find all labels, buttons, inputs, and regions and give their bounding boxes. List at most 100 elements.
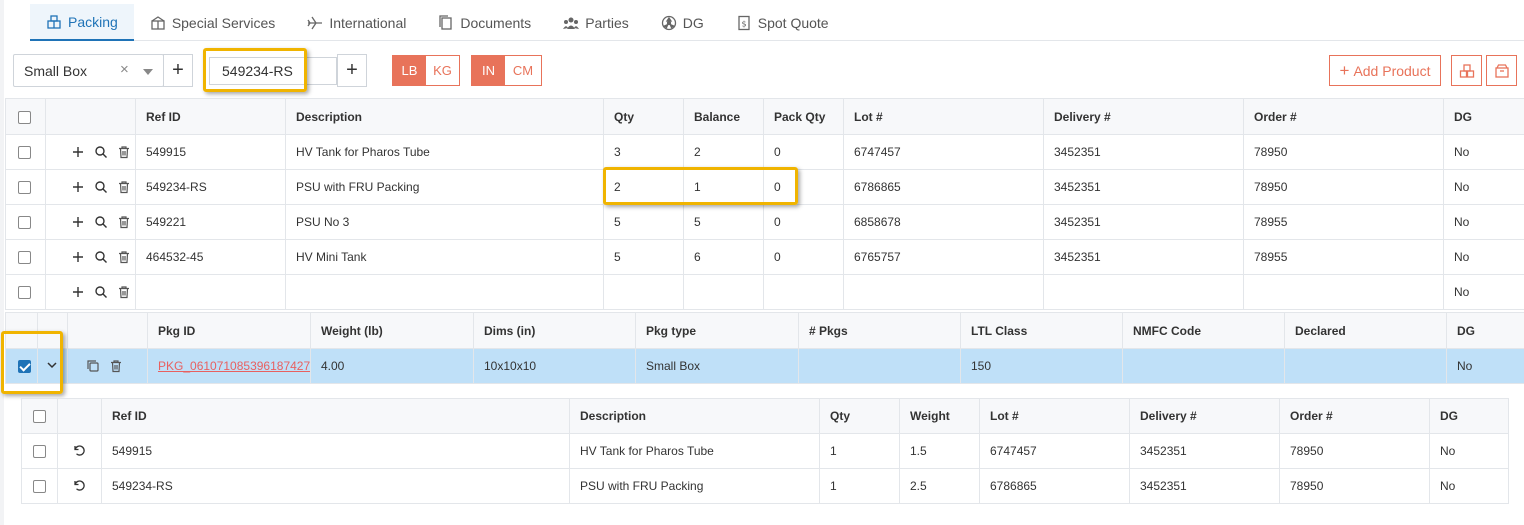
plus-icon[interactable] [71,180,85,194]
ref-id-input[interactable]: 549234-RS [209,57,337,85]
items-col-ref-id[interactable]: Ref ID [101,398,570,434]
items-col-description[interactable]: Description [569,398,820,434]
tab-documents[interactable]: Documents [422,4,547,41]
chevron-down-icon[interactable] [46,359,58,371]
unit-lb-button[interactable]: LB [393,56,426,85]
row-checkbox[interactable] [18,286,31,300]
col-ref-id[interactable]: Ref ID [135,98,286,135]
product-row[interactable]: 549915 HV Tank for Pharos Tube 3 2 0 6747457 3… [5,134,1524,170]
unit-kg-button[interactable]: KG [426,56,459,85]
tab-spot-quote[interactable]: $ Spot Quote [720,4,845,41]
cell-ref-id [135,274,286,310]
row-checkbox[interactable] [18,251,31,265]
unit-in-button[interactable]: IN [472,56,505,85]
cell-ref-id: 549915 [135,134,286,170]
items-col-qty[interactable]: Qty [819,398,900,434]
packages-header-row: Pkg ID Weight (lb) Dims (in) Pkg type # … [5,312,1524,349]
trash-icon[interactable] [117,285,131,299]
trash-icon[interactable] [117,215,131,229]
col-order[interactable]: Order # [1243,98,1444,135]
trash-icon[interactable] [117,145,131,159]
items-col-weight[interactable]: Weight [899,398,980,434]
col-lot[interactable]: Lot # [843,98,1044,135]
items-col-lot[interactable]: Lot # [979,398,1130,434]
col-ltl-class[interactable]: LTL Class [960,312,1123,349]
tab-documents-label: Documents [460,14,532,31]
package-item-row[interactable]: 549915 HV Tank for Pharos Tube 1 1.5 6747457… [21,433,1509,469]
cell-description: HV Tank for Pharos Tube [285,134,604,170]
cell-lot: 6786865 [843,169,1044,205]
plus-icon[interactable] [71,215,85,229]
add-box-button[interactable]: + [163,54,193,87]
col-num-pkgs[interactable]: # Pkgs [798,312,961,349]
trash-icon[interactable] [117,250,131,264]
item-checkbox[interactable] [33,480,46,494]
search-icon[interactable] [94,250,108,264]
col-dg[interactable]: DG [1443,98,1524,135]
package-button[interactable] [1486,55,1517,86]
item-checkbox[interactable] [33,445,46,459]
col-balance[interactable]: Balance [683,98,764,135]
select-all-checkbox[interactable] [18,110,31,124]
col-dims[interactable]: Dims (in) [473,312,636,349]
item-cell-dg: No [1429,468,1509,504]
product-row[interactable]: 549234-RS PSU with FRU Packing 2 1 0 6786865 3… [5,169,1524,205]
package-item-row[interactable]: 549234-RS PSU with FRU Packing 1 2.5 6786865… [21,468,1509,504]
row-checkbox[interactable] [18,146,31,160]
package-row[interactable]: PKG_061071085396187427 4.00 10x10x10 Sma… [5,348,1524,384]
box-type-value: Small Box [24,62,88,79]
unit-cm-button[interactable]: CM [505,56,541,85]
col-qty[interactable]: Qty [603,98,684,135]
add-ref-button[interactable]: + [337,54,367,87]
plus-icon[interactable] [71,145,85,159]
tab-international[interactable]: International [291,4,422,41]
items-select-all-checkbox[interactable] [33,410,46,424]
col-pack-qty[interactable]: Pack Qty [763,98,844,135]
pack-boxes-button[interactable] [1451,55,1482,86]
items-col-delivery[interactable]: Delivery # [1129,398,1280,434]
undo-icon[interactable] [72,443,86,457]
col-pkg-dg[interactable]: DG [1446,312,1524,349]
copy-icon[interactable] [86,359,100,373]
items-col-dg[interactable]: DG [1429,398,1509,434]
search-icon[interactable] [94,180,108,194]
item-cell-weight: 2.5 [899,468,980,504]
search-icon[interactable] [94,285,108,299]
row-checkbox[interactable] [18,181,31,195]
cell-balance: 6 [683,239,764,275]
tab-packing[interactable]: Packing [30,4,134,41]
pkg-id-link[interactable]: PKG_061071085396187427 [158,359,310,373]
trash-icon[interactable] [117,180,131,194]
product-row[interactable]: 464532-45 HV Mini Tank 5 6 0 6765757 3452351 78… [5,239,1524,275]
col-description[interactable]: Description [285,98,604,135]
add-product-button[interactable]: + Add Product [1329,55,1441,86]
chevron-down-icon[interactable] [143,69,153,75]
cell-qty: 3 [603,134,684,170]
col-delivery[interactable]: Delivery # [1043,98,1244,135]
col-weight[interactable]: Weight (lb) [310,312,474,349]
tab-special-services[interactable]: Special Services [134,4,292,41]
cell-description: PSU No 3 [285,204,604,240]
row-checkbox[interactable] [18,216,31,230]
search-icon[interactable] [94,215,108,229]
col-nmfc[interactable]: NMFC Code [1122,312,1285,349]
clear-icon[interactable]: × [120,61,129,78]
items-col-order[interactable]: Order # [1279,398,1430,434]
search-icon[interactable] [94,145,108,159]
col-pkg-id[interactable]: Pkg ID [147,312,311,349]
col-declared[interactable]: Declared [1284,312,1447,349]
box-type-select[interactable]: Small Box × [13,54,164,87]
col-pkg-type[interactable]: Pkg type [635,312,799,349]
tab-dg-label: DG [682,14,704,31]
pkg-select-checkbox[interactable] [18,360,31,374]
tab-parties[interactable]: Parties [547,4,645,41]
product-row[interactable]: 549221 PSU No 3 5 5 0 6858678 3452351 78955 No [5,204,1524,240]
undo-icon[interactable] [72,478,86,492]
tab-dg[interactable]: DG [645,4,720,41]
plus-icon[interactable] [71,285,85,299]
product-row[interactable]: No [5,274,1524,310]
trash-icon[interactable] [109,359,123,373]
plus-icon[interactable] [71,250,85,264]
cell-order [1243,274,1444,310]
row-select-cell [5,239,46,275]
